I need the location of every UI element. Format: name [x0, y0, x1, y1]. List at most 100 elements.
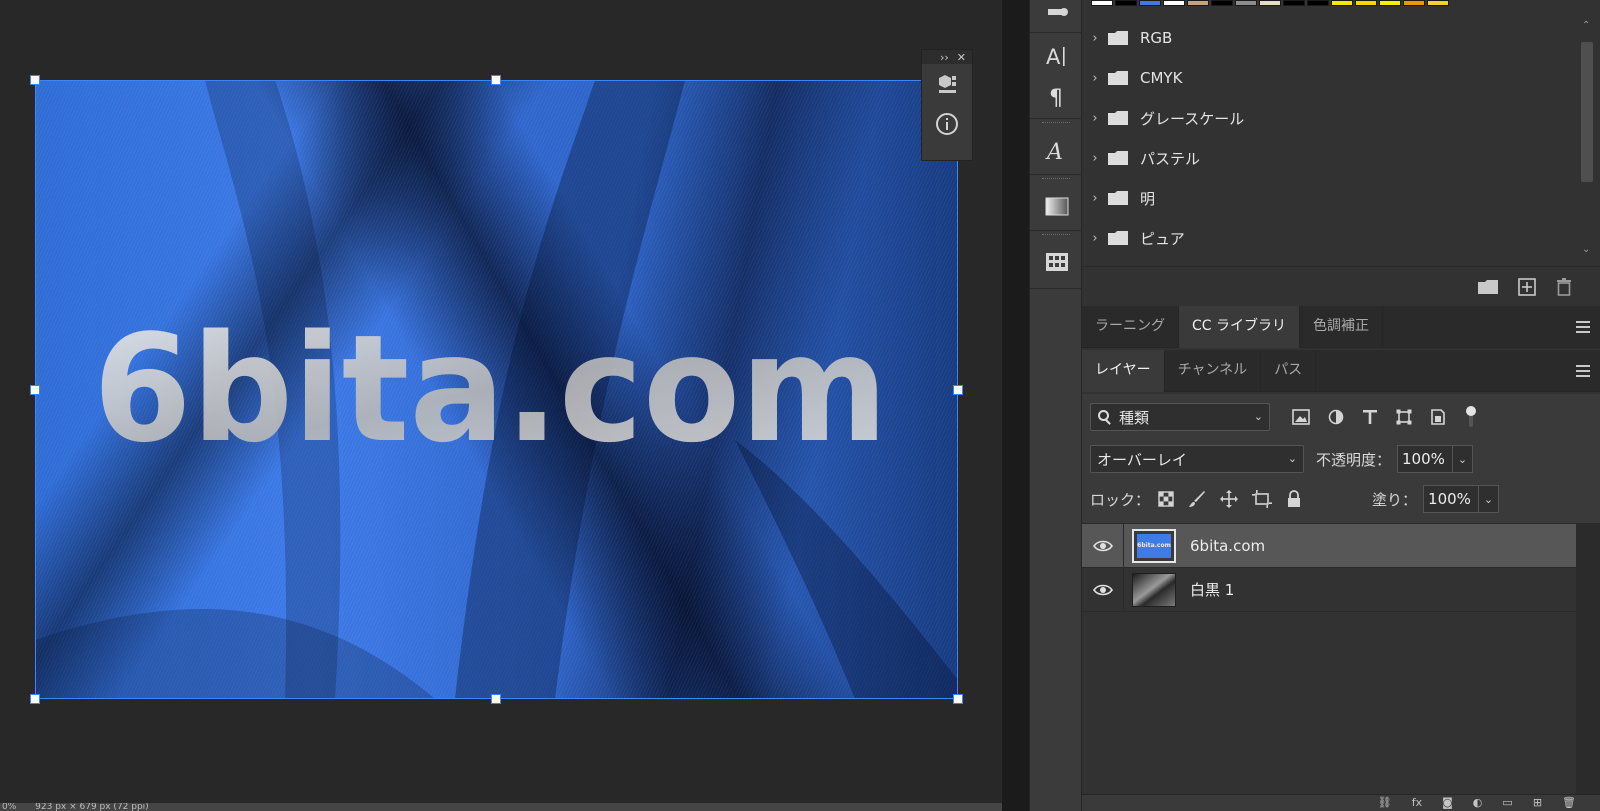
layer-thumbnail[interactable]: 6bita.com	[1132, 528, 1176, 563]
paragraph-style-icon[interactable]	[1030, 0, 1083, 26]
chevron-down-icon: ⌄	[1287, 452, 1297, 465]
lock-position-icon[interactable]	[1220, 490, 1239, 508]
layer-name[interactable]: 6bita.com	[1190, 537, 1265, 555]
image-filter-icon[interactable]	[1292, 409, 1310, 425]
scroll-thumb[interactable]	[1581, 42, 1593, 182]
close-icon[interactable]: ✕	[957, 51, 966, 64]
transform-handle-tc[interactable]	[491, 75, 501, 85]
paragraph-icon[interactable]: ¶	[1030, 76, 1083, 116]
panel-menu-icon[interactable]	[1576, 365, 1590, 377]
color-swatch[interactable]	[1307, 0, 1329, 6]
expand-icon[interactable]: ››	[940, 51, 949, 64]
panel-menu-icon[interactable]	[1576, 321, 1590, 333]
swatch-group-rgb[interactable]: › RGB	[1082, 18, 1572, 58]
fill-input[interactable]: 100%	[1423, 485, 1480, 513]
blend-mode-select[interactable]: オーバーレイ ⌄	[1090, 445, 1304, 473]
transform-handle-bc[interactable]	[491, 694, 501, 704]
transform-handle-br[interactable]	[953, 694, 963, 704]
zoom-readout[interactable]: 0%	[2, 803, 16, 811]
transform-handle-tl[interactable]	[30, 75, 40, 85]
lock-all-icon[interactable]	[1286, 490, 1302, 508]
trash-icon[interactable]	[1556, 277, 1572, 296]
layer-row[interactable]: 6bita.com 6bita.com	[1082, 523, 1600, 568]
link-layers-icon[interactable]: ⛓	[1378, 796, 1392, 809]
document-canvas[interactable]: 6bita.com	[35, 80, 958, 699]
new-layer-icon[interactable]: ⊞	[1533, 796, 1542, 809]
chevron-right-icon[interactable]: ›	[1082, 71, 1108, 86]
tab-cc-libraries[interactable]: CC ライブラリ	[1179, 306, 1301, 348]
opacity-dropdown-button[interactable]: ⌄	[1453, 445, 1474, 473]
lock-transparent-pixels-icon[interactable]	[1158, 491, 1174, 507]
swatches-scrollbar[interactable]: ⌃ ⌄	[1577, 18, 1595, 266]
transform-handle-bl[interactable]	[30, 694, 40, 704]
color-swatch[interactable]	[1187, 0, 1209, 6]
glyphs-icon[interactable]: A	[1030, 130, 1083, 170]
layers-scrollbar[interactable]	[1576, 524, 1600, 794]
filter-toggle-icon[interactable]	[1464, 405, 1478, 429]
smart-object-filter-icon[interactable]	[1430, 409, 1446, 425]
chevron-right-icon[interactable]: ›	[1082, 191, 1108, 206]
layer-name[interactable]: 白黒 1	[1190, 579, 1234, 600]
chevron-right-icon[interactable]: ›	[1082, 31, 1108, 46]
cloth-texture-artwork: 6bita.com	[35, 80, 958, 699]
transform-handle-mr[interactable]	[953, 385, 963, 395]
lock-artboard-icon[interactable]	[1252, 490, 1273, 508]
gradient-icon[interactable]	[1030, 186, 1083, 226]
chevron-right-icon[interactable]: ›	[1082, 231, 1108, 246]
panel-gutter	[1002, 0, 1029, 811]
mask-icon[interactable]: ◙	[1442, 796, 1453, 809]
color-swatch[interactable]	[1163, 0, 1185, 6]
visibility-eye-icon[interactable]	[1082, 523, 1124, 568]
color-swatch[interactable]	[1115, 0, 1137, 6]
tab-paths[interactable]: パス	[1261, 350, 1317, 392]
scroll-down-icon[interactable]: ⌄	[1582, 244, 1590, 255]
swatch-group-grayscale[interactable]: › グレースケール	[1082, 98, 1572, 138]
tab-adjustments[interactable]: 色調補正	[1300, 306, 1384, 348]
color-swatch[interactable]	[1379, 0, 1401, 6]
color-swatch[interactable]	[1211, 0, 1233, 6]
swatch-group-pastel[interactable]: › パステル	[1082, 138, 1572, 178]
new-swatch-icon[interactable]	[1518, 277, 1536, 296]
color-swatch[interactable]	[1139, 0, 1161, 6]
transform-handle-ml[interactable]	[30, 385, 40, 395]
adjustment-filter-icon[interactable]	[1328, 409, 1344, 425]
color-swatch[interactable]	[1235, 0, 1257, 6]
shape-filter-icon[interactable]	[1396, 409, 1412, 425]
color-swatch[interactable]	[1355, 0, 1377, 6]
table-icon[interactable]	[1030, 242, 1083, 282]
tab-learning[interactable]: ラーニング	[1082, 306, 1179, 348]
type-filter-icon[interactable]	[1362, 409, 1378, 425]
swatch-group-pure[interactable]: › ピュア	[1082, 218, 1572, 258]
color-swatch[interactable]	[1331, 0, 1353, 6]
color-swatch[interactable]	[1403, 0, 1425, 6]
visibility-eye-icon[interactable]	[1082, 567, 1124, 612]
fx-icon[interactable]: fx	[1412, 796, 1422, 809]
color-swatch[interactable]	[1283, 0, 1305, 6]
color-swatch[interactable]	[1427, 0, 1449, 6]
character-icon[interactable]: A	[1030, 36, 1083, 76]
lock-image-pixels-icon[interactable]	[1188, 490, 1206, 508]
chevron-right-icon[interactable]: ›	[1082, 111, 1108, 126]
filter-kind-label: 種類	[1119, 408, 1150, 427]
cube-3d-icon[interactable]	[922, 64, 972, 104]
swatch-group-light[interactable]: › 明	[1082, 178, 1572, 218]
adjustment-layer-thumbnail[interactable]	[1132, 572, 1176, 607]
tab-channels[interactable]: チャンネル	[1165, 350, 1262, 392]
chevron-right-icon[interactable]: ›	[1082, 151, 1108, 166]
new-group-folder-icon[interactable]	[1478, 279, 1498, 295]
delete-layer-icon[interactable]: 🗑	[1562, 796, 1576, 809]
floating-properties-panel: ›› ✕	[921, 49, 973, 161]
scroll-up-icon[interactable]: ⌃	[1582, 20, 1590, 31]
layer-filter-select[interactable]: 種類 ⌄	[1090, 403, 1270, 431]
color-swatch[interactable]	[1259, 0, 1281, 6]
tab-layers[interactable]: レイヤー	[1082, 350, 1165, 392]
layer-row[interactable]: 白黒 1	[1082, 567, 1600, 612]
canvas-area[interactable]: 6bita.com ›› ✕ 0% 923 px × 679 px (72 pp…	[0, 0, 1002, 811]
group-icon[interactable]: ▭	[1502, 796, 1512, 809]
opacity-input[interactable]: 100%	[1397, 445, 1454, 473]
swatch-group-cmyk[interactable]: › CMYK	[1082, 58, 1572, 98]
color-swatch[interactable]	[1091, 0, 1113, 6]
adjustment-layer-icon[interactable]: ◐	[1473, 796, 1483, 809]
info-icon[interactable]	[922, 104, 972, 144]
fill-dropdown-button[interactable]: ⌄	[1479, 485, 1500, 513]
